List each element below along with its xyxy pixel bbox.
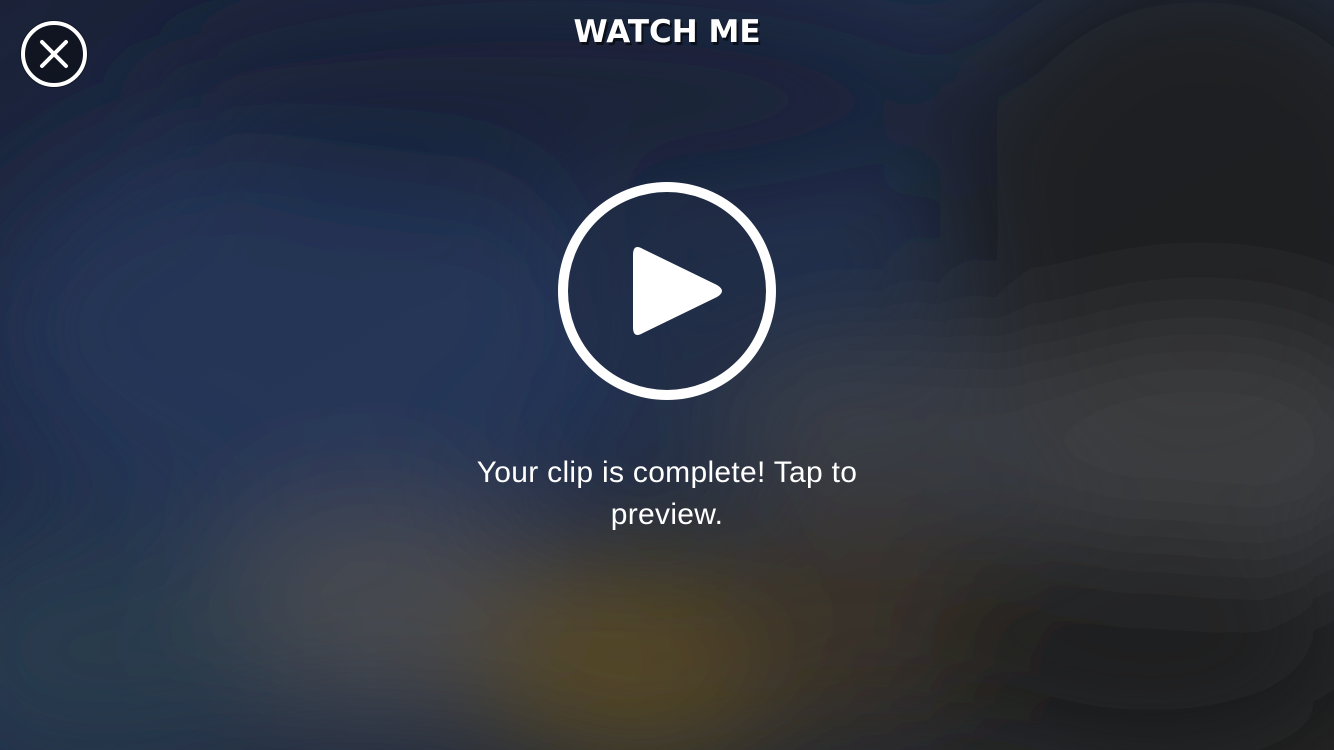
- play-preview-button[interactable]: [557, 181, 777, 401]
- clip-complete-message: Your clip is complete! Tap to preview.: [476, 456, 858, 531]
- watch-me-screen: WATCH ME Your clip is complete! Tap to p…: [0, 0, 1334, 750]
- play-icon: [558, 182, 776, 400]
- page-title: WATCH ME: [573, 14, 761, 50]
